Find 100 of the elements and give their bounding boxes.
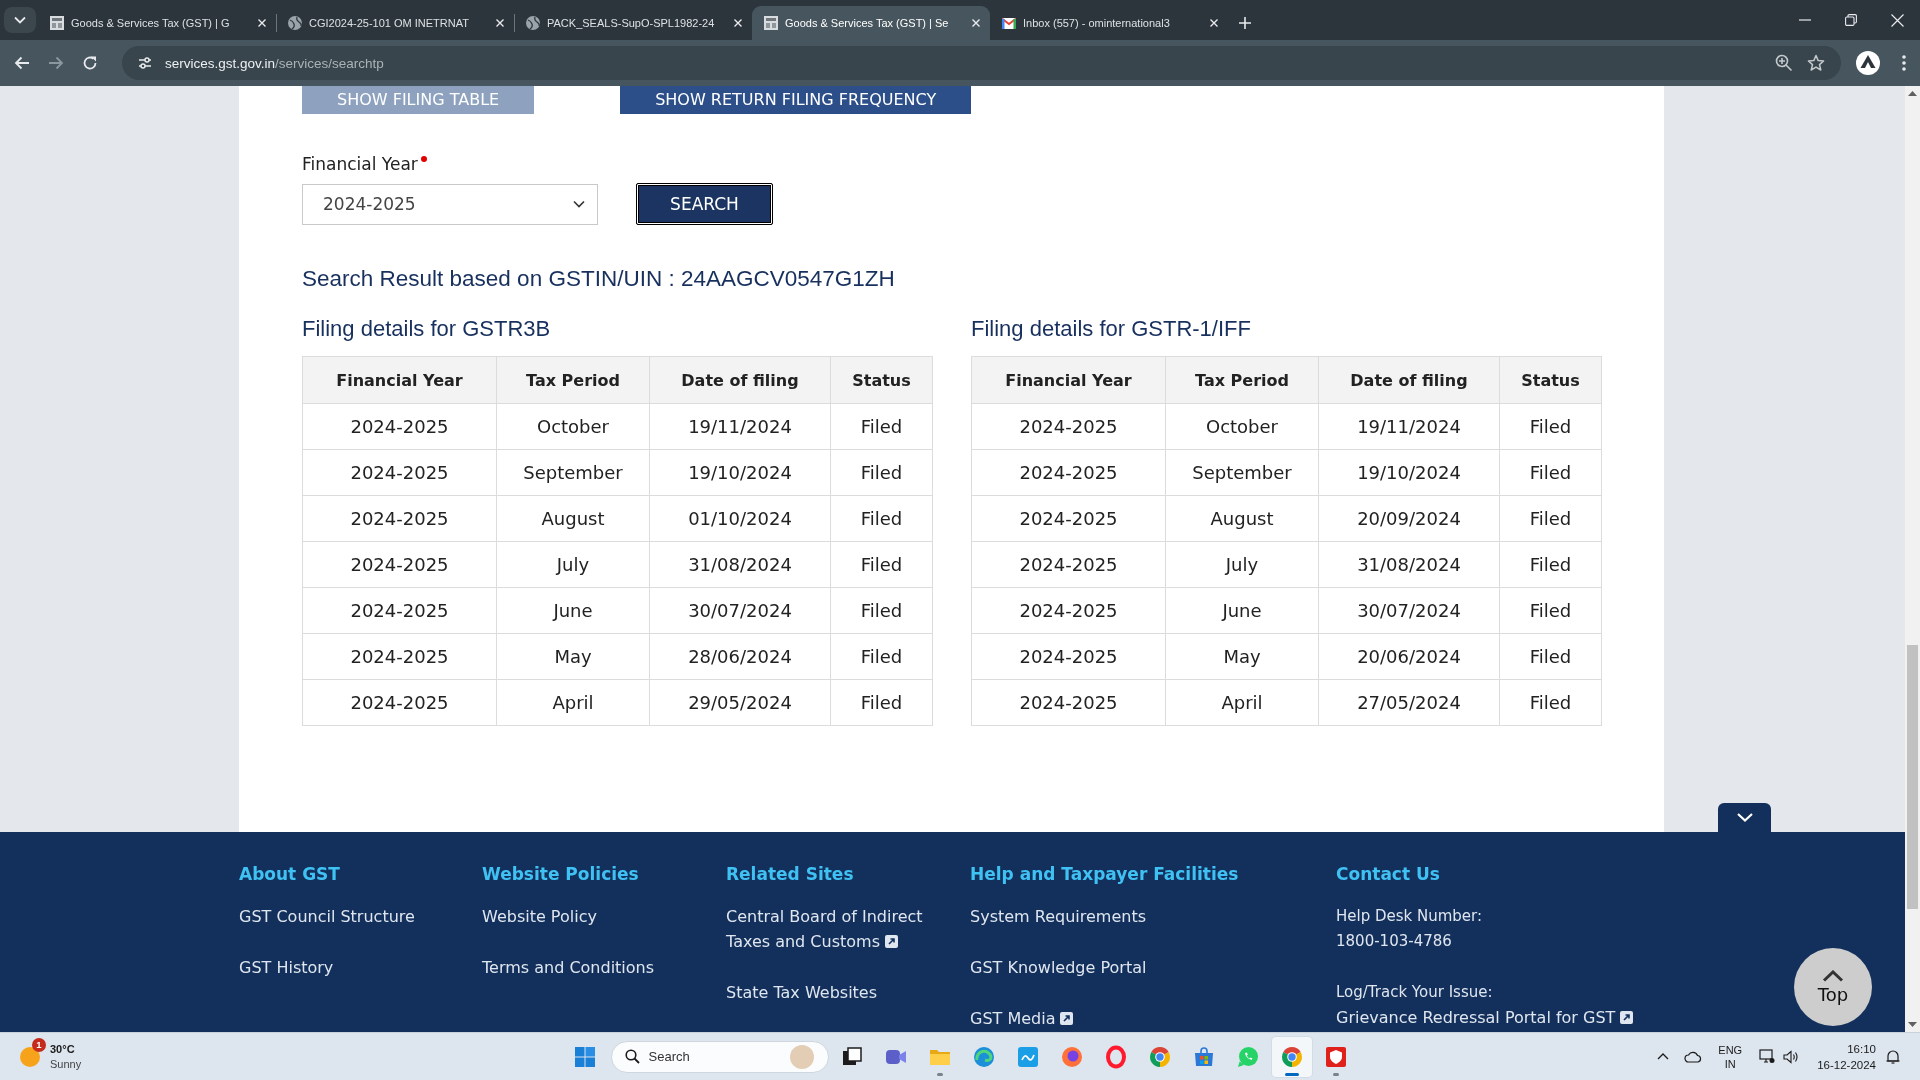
table-cell: 01/10/2024 [649, 495, 831, 542]
table-cell: 2024-2025 [971, 541, 1166, 588]
scrollbar-thumb[interactable] [1907, 645, 1918, 909]
contact-label: Log/Track Your Issue: [1336, 982, 1493, 1003]
site-settings-icon[interactable] [137, 55, 153, 71]
table-cell: Filed [830, 403, 933, 450]
swirl-icon [971, 1044, 996, 1069]
external-link-icon [885, 935, 898, 948]
orb-icon [1059, 1044, 1084, 1069]
star-icon[interactable] [1807, 54, 1825, 72]
language-button[interactable]: ENG IN [1718, 1042, 1743, 1071]
cloud-icon[interactable] [1684, 1050, 1703, 1063]
monitor-icon[interactable] [1759, 1049, 1776, 1064]
clock-button[interactable]: 16:10 16-12-2024 [1817, 1040, 1876, 1073]
table-cell: July [496, 541, 650, 588]
field-label: Financial Year [302, 153, 418, 175]
footer-link[interactable]: State Tax Websites [726, 980, 878, 1005]
table-cell: April [1165, 679, 1319, 726]
external-link-icon [1060, 1012, 1074, 1025]
footer-link[interactable]: System Requirements [970, 904, 1146, 929]
table-cell: 2024-2025 [971, 587, 1166, 634]
back-icon[interactable] [14, 55, 30, 71]
start-icon[interactable] [572, 1044, 597, 1069]
table-cell: July [1165, 541, 1319, 588]
notification-badge: 1 [32, 1037, 46, 1052]
view-button[interactable]: SHOW RETURN FILING FREQUENCY [620, 86, 972, 114]
column-header: Financial Year [302, 356, 497, 404]
chevron-up-icon [1822, 969, 1844, 982]
contact-value: 1800-103-4786 [1336, 931, 1452, 952]
table-cell: Filed [1499, 679, 1602, 726]
table-cell: 2024-2025 [971, 403, 1166, 450]
browser-tab[interactable]: Inbox (557) - ominternational3 [990, 6, 1228, 40]
footer-link[interactable]: Grievance Redressal Portal for GST [1336, 1005, 1634, 1030]
footer-link[interactable]: GST Media [970, 1006, 1074, 1031]
year-dropdown[interactable]: 2024-2025 [302, 183, 598, 225]
chevron-down-icon [573, 200, 585, 208]
browser-tab[interactable]: CGI2024-25-101 OM INETRNAT [276, 6, 514, 40]
scrollbar[interactable] [1905, 86, 1920, 1032]
scroll-down-icon[interactable] [1908, 1022, 1917, 1027]
taskbar-search-field[interactable]: Search [610, 1040, 829, 1073]
footer-heading: Website Policies [482, 863, 639, 886]
close-icon[interactable] [257, 18, 267, 28]
table-cell: Filed [830, 449, 933, 496]
browser-tab[interactable]: Goods & Services Tax (GST) | Se [752, 6, 990, 40]
close-icon[interactable] [1209, 18, 1219, 28]
restore-icon[interactable] [1845, 14, 1857, 26]
table-cell: Filed [1499, 587, 1602, 634]
column-header: Date of filing [1318, 356, 1500, 404]
browser-tab[interactable]: PACK_SEALS-SupO-SPL1982-24 [514, 6, 752, 40]
table-cell: 2024-2025 [302, 541, 497, 588]
footer-link[interactable]: Website Policy [482, 904, 597, 929]
table-cell: August [496, 495, 650, 542]
close-icon[interactable] [971, 18, 981, 28]
close-icon[interactable] [1890, 13, 1904, 27]
table-cell: 20/09/2024 [1318, 495, 1500, 542]
more-icon[interactable] [1902, 55, 1906, 71]
close-icon[interactable] [733, 18, 743, 28]
search-button[interactable]: SEARCH [636, 183, 773, 225]
toggle-button[interactable] [1718, 803, 1771, 832]
table-cell: 27/05/2024 [1318, 679, 1500, 726]
table-cell: May [1165, 633, 1319, 680]
table-cell: Filed [1499, 495, 1602, 542]
chevron-up-icon[interactable] [1657, 1053, 1670, 1060]
globe-icon [525, 15, 541, 31]
footer-link[interactable]: GST History [239, 955, 334, 980]
scroll-up-icon[interactable] [1908, 91, 1917, 96]
footer-link[interactable]: GST Council Structure [239, 904, 415, 929]
table-cell: 2024-2025 [302, 633, 497, 680]
illustration-icon [789, 1044, 814, 1069]
table-cell: September [1165, 449, 1319, 496]
reload-icon[interactable] [82, 55, 98, 71]
table-cell: Filed [830, 633, 933, 680]
layout-icon [49, 15, 65, 31]
avatar-icon[interactable] [1856, 51, 1880, 75]
table-cell: 19/11/2024 [1318, 403, 1500, 450]
close-icon[interactable] [495, 18, 505, 28]
table-cell: 2024-2025 [302, 679, 497, 726]
footer-link[interactable]: GST Knowledge Portal [970, 955, 1147, 980]
address-field[interactable]: services.gst.gov.in/services/searchtp [122, 46, 1841, 80]
footer-heading: About GST [239, 863, 340, 886]
table-cell: Filed [1499, 449, 1602, 496]
chevron-down-icon [14, 16, 26, 24]
table-cell: April [496, 679, 650, 726]
column-header: Status [830, 356, 933, 404]
footer-link[interactable]: Terms and Conditions [482, 955, 655, 980]
notification-icon[interactable] [1885, 1048, 1901, 1065]
tab-search-button[interactable] [4, 7, 36, 33]
plus-icon[interactable] [1238, 16, 1252, 30]
weather-widget[interactable]: 1 30°C Sunny [15, 1035, 88, 1078]
speaker-icon[interactable] [1783, 1049, 1800, 1064]
table-cell: Filed [830, 541, 933, 588]
column-header: Date of filing [649, 356, 831, 404]
footer-heading: Contact Us [1336, 863, 1440, 886]
table-cell: June [496, 587, 650, 634]
contact-label: Help Desk Number: [1336, 906, 1483, 927]
browser-tab[interactable]: Goods & Services Tax (GST) | G [38, 6, 276, 40]
zoom-in-icon[interactable] [1775, 54, 1793, 72]
footer-link[interactable]: Central Board of Indirect Taxes and Customs [726, 904, 951, 954]
table-title: Filing details for GSTR3B [302, 315, 551, 343]
table-cell: 20/06/2024 [1318, 633, 1500, 680]
